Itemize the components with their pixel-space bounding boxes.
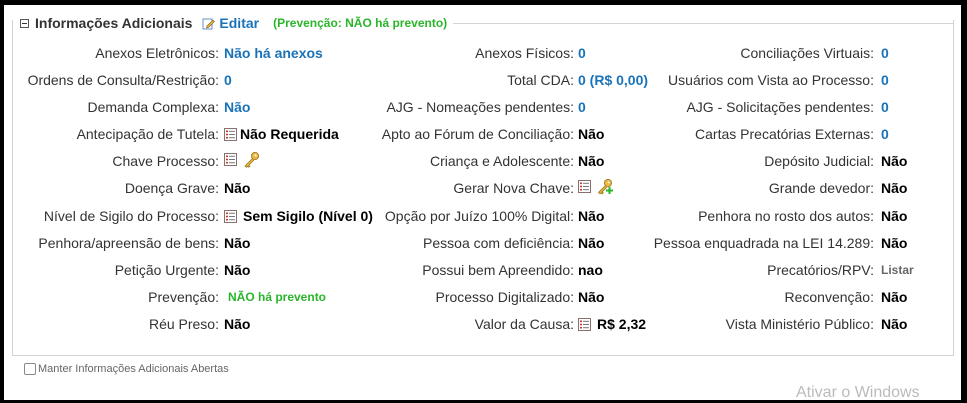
field-value: Não [881, 316, 908, 332]
info-row: Nível de Sigilo do Processo: Sem Sigilo … [0, 206, 967, 226]
field-value-link[interactable]: 0 [578, 97, 586, 117]
field-label: Gerar Nova Chave: [453, 180, 574, 196]
field-value: Não [224, 316, 251, 332]
keep-open-label: Manter Informações Adicionais Abertas [38, 363, 229, 375]
field-value [578, 178, 614, 195]
field-label: Opção por Juízo 100% Digital: [384, 208, 574, 224]
field-value: R$ 2,32 [578, 314, 646, 334]
field-value-link[interactable]: 0 [881, 43, 889, 63]
field-value-link[interactable]: 0 (R$ 0,00) [578, 70, 648, 90]
info-row: Chave Processo: Criança e Adolescente: N… [0, 151, 967, 171]
field-value: Não [224, 235, 251, 251]
document-list-icon[interactable] [224, 127, 237, 141]
field-label: Processo Digitalizado: [435, 289, 574, 305]
field-value-link[interactable]: 0 [881, 70, 889, 90]
field-value: Não [881, 153, 908, 169]
field-label: Nível de Sigilo do Processo: [43, 208, 219, 224]
document-list-icon[interactable] [578, 317, 591, 331]
field-label: Petição Urgente: [114, 262, 219, 278]
field-label: Réu Preso: [148, 316, 219, 332]
info-row: Doença Grave: Não Gerar Nova Chave: Gran… [0, 178, 967, 198]
field-label: Doença Grave: [124, 180, 219, 196]
field-label: Penhora no rosto dos autos: [698, 208, 874, 224]
info-row: Penhora/apreensão de bens: Não Pessoa co… [0, 233, 967, 253]
field-label: Chave Processo: [112, 153, 219, 169]
field-label: AJG - Solicitações pendentes: [686, 99, 874, 115]
field-label: Criança e Adolescente: [430, 153, 574, 169]
info-row: Ordens de Consulta/Restrição: 0 Total CD… [0, 70, 967, 90]
field-label: Depósito Judicial: [764, 153, 874, 169]
field-label: Total CDA: [507, 72, 574, 88]
edit-link[interactable]: Editar [219, 15, 259, 31]
field-value-link[interactable]: 0 [578, 43, 586, 63]
field-value: Não [881, 180, 908, 196]
windows-activation-watermark: Ativar o Windows [796, 384, 920, 401]
field-label: Conciliações Virtuais: [740, 45, 874, 61]
info-row: Réu Preso: Não Valor da Causa: R$ 2,32 V… [0, 314, 967, 334]
document-list-icon[interactable] [224, 209, 237, 223]
field-value-text: Não Requerida [240, 126, 339, 142]
field-value: Não Requerida [224, 124, 339, 144]
field-value: Não [881, 208, 908, 224]
field-value: Não [578, 289, 605, 305]
field-label: Ordens de Consulta/Restrição: [27, 72, 219, 88]
field-value: Não [578, 208, 605, 224]
field-value-link[interactable]: Não [224, 97, 250, 117]
keep-open-checkbox[interactable] [24, 363, 36, 375]
field-value-link[interactable]: Não há anexos [224, 43, 323, 63]
field-label: Precatórios/RPV: [767, 262, 874, 278]
field-value: Não [224, 262, 251, 278]
field-value: Não [881, 235, 908, 251]
field-label: Pessoa com deficiência: [423, 235, 574, 251]
field-label: Penhora/apreensão de bens: [38, 235, 219, 251]
field-label: Usuários com Vista ao Processo: [668, 72, 874, 88]
pencil-edit-icon[interactable] [202, 17, 216, 30]
prevention-note: (Prevenção: NÃO há prevento) [273, 16, 448, 30]
info-row: Anexos Eletrônicos: Não há anexos Anexos… [0, 43, 967, 63]
field-value: Sem Sigilo (Nível 0) [224, 206, 373, 226]
field-value: nao [578, 262, 603, 278]
field-label: Antecipação de Tutela: [76, 126, 219, 142]
panel-top-border [434, 23, 954, 24]
panel-title: Informações Adicionais [35, 15, 193, 31]
key-icon[interactable] [243, 151, 260, 168]
field-value: Não [224, 180, 251, 196]
document-list-icon[interactable] [578, 180, 591, 193]
field-label: Demanda Complexa: [87, 99, 219, 115]
field-value: Não [578, 153, 605, 169]
field-value: Não [578, 126, 605, 142]
field-label: Anexos Eletrônicos: [95, 45, 219, 61]
keep-open-option[interactable]: Manter Informações Adicionais Abertas [24, 363, 229, 375]
field-label: Valor da Causa: [474, 316, 574, 332]
field-value-link[interactable]: 0 [224, 70, 232, 90]
minus-box-icon[interactable] [20, 18, 29, 28]
field-label: AJG - Nomeações pendentes: [386, 99, 574, 115]
key-add-icon[interactable] [597, 178, 614, 195]
field-label: Grande devedor: [768, 180, 874, 196]
field-value-link[interactable]: 0 [881, 97, 889, 117]
info-row: Prevenção: NÃO há prevento Processo Digi… [0, 287, 967, 307]
field-label: Pessoa enquadrada na LEI 14.289: [653, 235, 874, 251]
field-value-text: Sem Sigilo (Nível 0) [243, 208, 373, 224]
field-label: Apto ao Fórum de Conciliação: [381, 126, 574, 142]
panel-header: Informações Adicionais Editar (Prevenção… [16, 13, 454, 33]
field-label: Possui bem Apreendido: [422, 262, 574, 278]
field-value-link[interactable]: 0 [881, 124, 889, 144]
info-row: Antecipação de Tutela: Não Requerida Apt… [0, 124, 967, 144]
info-row: Petição Urgente: Não Possui bem Apreendi… [0, 260, 967, 280]
field-value: Não [881, 289, 908, 305]
field-label: Anexos Físicos: [475, 45, 574, 61]
field-label: Reconvenção: [784, 289, 874, 305]
listar-link[interactable]: Listar [881, 260, 914, 280]
prevention-value: NÃO há prevento [228, 290, 327, 304]
field-value: Não [578, 235, 605, 251]
field-value-text: R$ 2,32 [597, 316, 647, 332]
field-label: Cartas Precatórias Externas: [695, 126, 874, 142]
field-label: Prevenção: [148, 289, 219, 305]
info-row: Demanda Complexa: Não AJG - Nomeações pe… [0, 97, 967, 117]
field-value [224, 151, 260, 168]
document-list-icon[interactable] [224, 153, 237, 166]
field-label: Vista Ministério Público: [725, 316, 874, 332]
